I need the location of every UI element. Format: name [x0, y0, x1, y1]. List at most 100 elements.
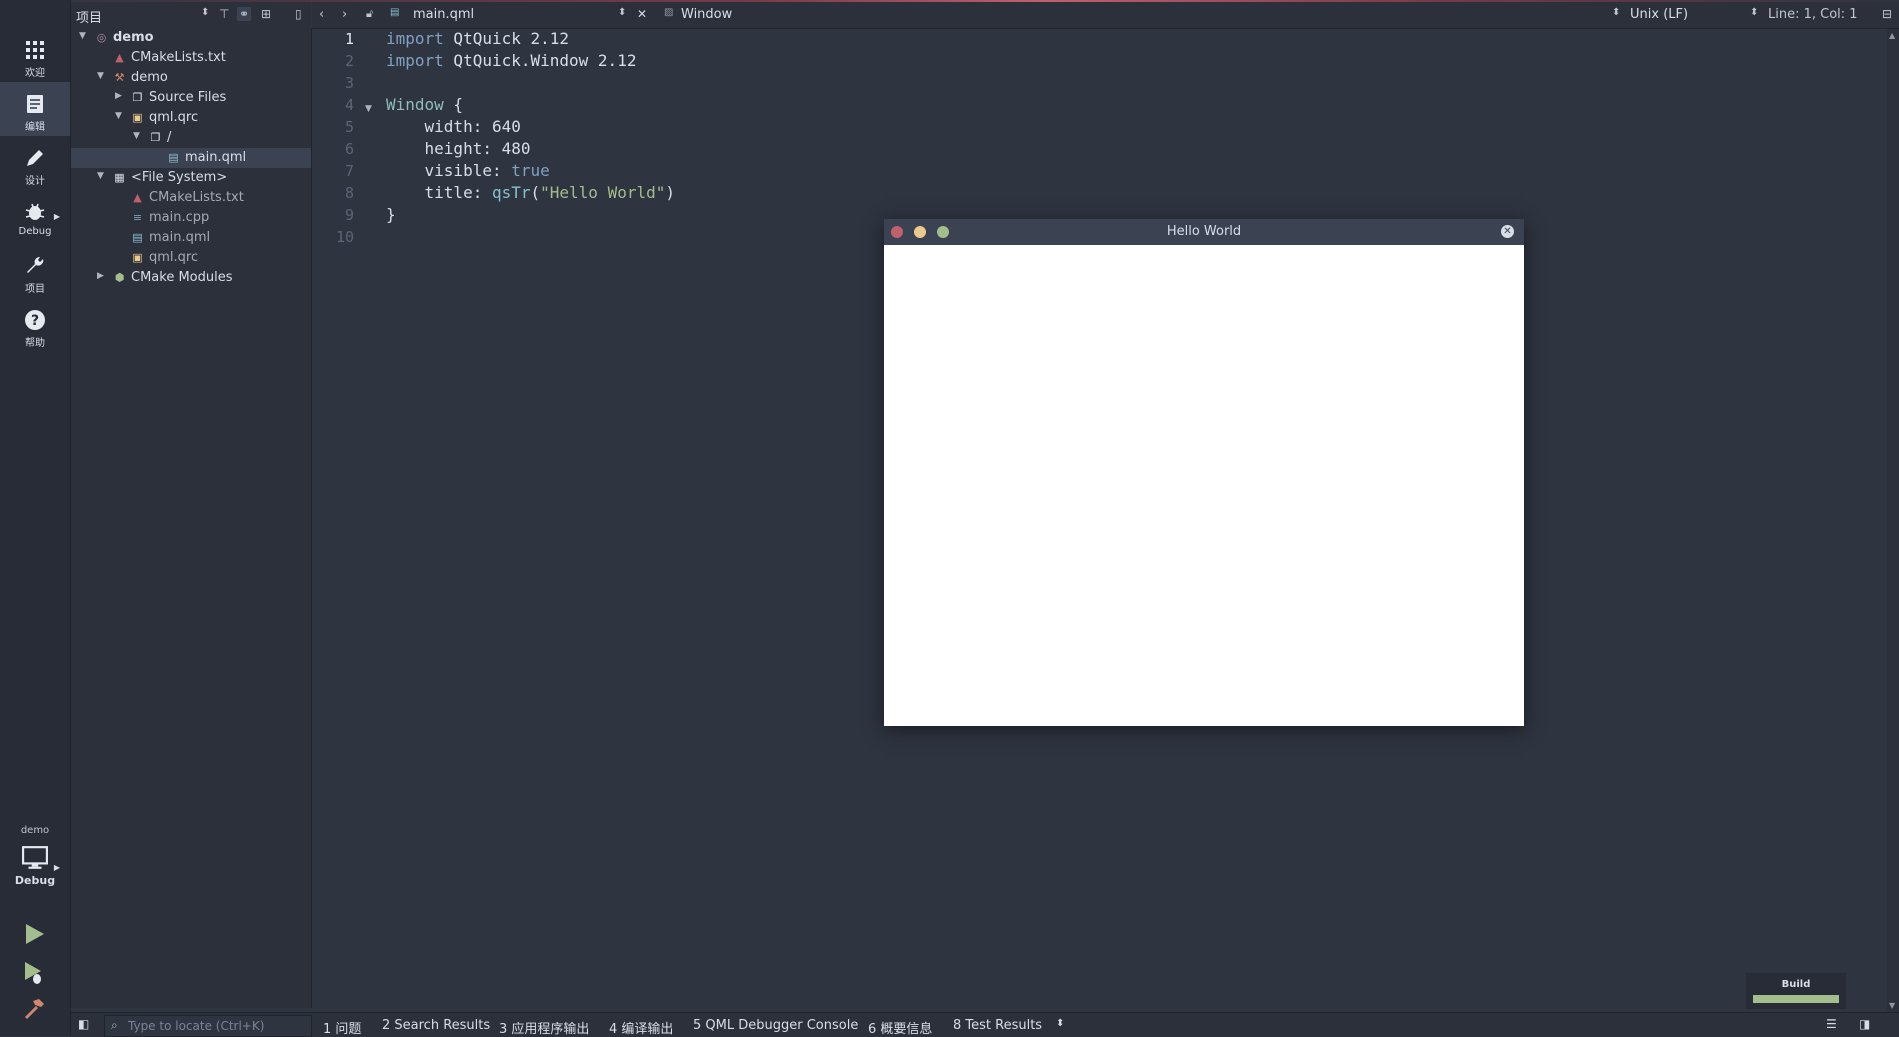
mode-welcome[interactable]: 欢迎	[0, 28, 70, 82]
line-number: 2	[344, 52, 354, 70]
triangle-right-icon: ▶	[53, 863, 60, 872]
project-panel-header: 项目 ⬍ ⊤ ⚭ ⊞ ▯	[71, 2, 311, 29]
cmake-icon: ▲	[115, 51, 124, 64]
back-icon[interactable]: ‹	[319, 7, 324, 22]
close-file-icon[interactable]: ✕	[637, 7, 647, 21]
locator-placeholder: Type to locate (Ctrl+K)	[128, 1019, 265, 1033]
tree-item[interactable]: ▶ ❐ Source Files	[71, 88, 311, 108]
qrc-icon: ▣	[132, 251, 143, 264]
mode-edit[interactable]: 编辑	[0, 82, 70, 136]
tree-item-label: main.qml	[185, 150, 247, 165]
collapsed-arrow-icon[interactable]: ▶	[97, 271, 104, 281]
line-number: 10	[335, 228, 354, 246]
editor-scrollbar[interactable]: ▲ ▼	[1887, 29, 1899, 1012]
fold-arrow-icon[interactable]: ▼	[365, 104, 372, 114]
mode-label: 项目	[25, 284, 45, 295]
tree-item[interactable]: ▼ ❐ /	[71, 128, 311, 148]
mode-debug[interactable]: Debug ▶	[0, 190, 70, 244]
run-button[interactable]	[22, 922, 46, 950]
tree-item[interactable]: ▤ main.qml	[71, 228, 311, 248]
play-icon	[26, 924, 44, 944]
triangle-right-icon: ▶	[53, 212, 60, 221]
folder-icon: ❐	[150, 131, 161, 144]
qml-file-icon: ▤	[390, 7, 400, 18]
hammer-icon	[25, 999, 44, 1019]
line-number: 8	[344, 184, 354, 202]
output-tab[interactable]: 6 概要信息	[868, 1018, 932, 1037]
line-number: 4	[344, 96, 354, 114]
symbol-selector[interactable]: Window	[681, 7, 732, 22]
expanded-arrow-icon[interactable]: ▼	[79, 31, 86, 41]
qml-file-icon: ▤	[132, 231, 143, 244]
mode-projects[interactable]: 项目	[0, 244, 70, 298]
code-line: visible: true	[386, 161, 550, 180]
tree-item-label: qml.qrc	[149, 110, 199, 125]
output-tab[interactable]: 1 问题	[323, 1018, 361, 1037]
updown-arrows-icon: ⬍	[618, 7, 627, 18]
cursor-position[interactable]: Line: 1, Col: 1	[1768, 7, 1858, 22]
output-pane-bar: ◧ ⌕ Type to locate (Ctrl+K) 1 问题 2 Search…	[71, 1012, 1899, 1037]
output-tab[interactable]: 8 Test Results	[953, 1018, 1042, 1033]
build-button[interactable]	[22, 996, 46, 1024]
tree-item[interactable]: ≡ main.cpp	[71, 208, 311, 228]
pencil-icon	[27, 150, 43, 166]
svg-text:?: ?	[31, 313, 39, 329]
mode-design[interactable]: 设计	[0, 136, 70, 190]
expanded-arrow-icon[interactable]: ▼	[133, 131, 140, 141]
tree-item[interactable]: ▶ ⬢ CMake Modules	[71, 268, 311, 288]
line-number: 5	[344, 118, 354, 136]
updown-arrows-icon: ⬍	[1612, 7, 1621, 18]
tree-item[interactable]: ▼ ▦ <File System>	[71, 168, 311, 188]
editor-toolbar: ‹ › 🔓︎ ▤ main.qml ⬍ ✕ ▨ Window ⬍ Unix (L…	[312, 2, 1899, 29]
debug-run-button[interactable]	[22, 960, 46, 990]
output-toggle-icon[interactable]: ☰	[1826, 1017, 1837, 1031]
output-tab[interactable]: 5 QML Debugger Console	[693, 1018, 858, 1033]
expanded-arrow-icon[interactable]: ▼	[115, 111, 122, 121]
toggle-right-sidebar-icon[interactable]: ◨	[1859, 1017, 1870, 1031]
expanded-arrow-icon[interactable]: ▼	[97, 171, 104, 181]
split-icon[interactable]: ⊞	[261, 7, 271, 21]
tree-item[interactable]: ▲ CMakeLists.txt	[71, 48, 311, 68]
close-icon[interactable]: ✕	[1501, 225, 1514, 238]
output-tab[interactable]: 4 编译输出	[609, 1018, 673, 1037]
line-number: 7	[344, 162, 354, 180]
tree-item-label: Source Files	[149, 90, 227, 105]
split-editor-icon[interactable]: ⊟	[1882, 7, 1892, 21]
tree-item[interactable]: ▣ qml.qrc	[71, 248, 311, 268]
project-view-selector[interactable]: 项目	[76, 7, 102, 26]
output-tab[interactable]: 2 Search Results	[382, 1018, 490, 1033]
line-number: 1	[344, 30, 354, 48]
updown-arrows-icon[interactable]: ⬍	[1056, 1018, 1064, 1029]
build-progress-widget[interactable]: Build	[1746, 973, 1846, 1009]
tree-item[interactable]: ▼ ▣ qml.qrc	[71, 108, 311, 128]
output-tab[interactable]: 3 应用程序输出	[499, 1018, 589, 1037]
target-selector[interactable]: ▶ Debug	[0, 846, 70, 898]
line-number: 3	[344, 74, 354, 92]
collapsed-arrow-icon[interactable]: ▶	[115, 91, 122, 101]
lock-icon[interactable]: 🔓︎	[366, 7, 373, 21]
expanded-arrow-icon[interactable]: ▼	[97, 71, 104, 81]
link-icon[interactable]: ⚭	[237, 7, 252, 21]
cmake-modules-icon: ⬢	[114, 271, 125, 284]
open-file-selector[interactable]: main.qml	[413, 7, 474, 22]
tree-item[interactable]: ▤ main.qml	[71, 148, 311, 168]
tree-item[interactable]: ▼ ⚒ demo	[71, 68, 311, 88]
mode-label: 帮助	[25, 338, 45, 349]
build-progress-label: Build	[1781, 979, 1811, 990]
close-panel-icon[interactable]: ▯	[295, 7, 302, 21]
tree-item[interactable]: ▼ ◎ demo	[71, 28, 311, 48]
filter-icon[interactable]: ⊤	[219, 7, 229, 21]
window-titlebar[interactable]: Hello World ✕	[884, 219, 1524, 245]
mode-label: 欢迎	[25, 68, 45, 79]
tree-item-label: CMakeLists.txt	[131, 50, 226, 65]
mode-help[interactable]: ? 帮助	[0, 298, 70, 352]
toggle-sidebar-icon[interactable]: ◧	[78, 1017, 89, 1031]
tree-item[interactable]: ▲ CMakeLists.txt	[71, 188, 311, 208]
updown-arrows-icon: ⬍	[201, 7, 210, 18]
edit-icon	[27, 95, 43, 113]
hammer-icon: ⚒	[114, 71, 125, 84]
locator-input[interactable]: ⌕ Type to locate (Ctrl+K)	[104, 1015, 312, 1037]
line-ending-selector[interactable]: Unix (LF)	[1630, 7, 1688, 22]
forward-icon[interactable]: ›	[342, 7, 347, 22]
hello-world-window[interactable]: Hello World ✕	[884, 219, 1524, 726]
